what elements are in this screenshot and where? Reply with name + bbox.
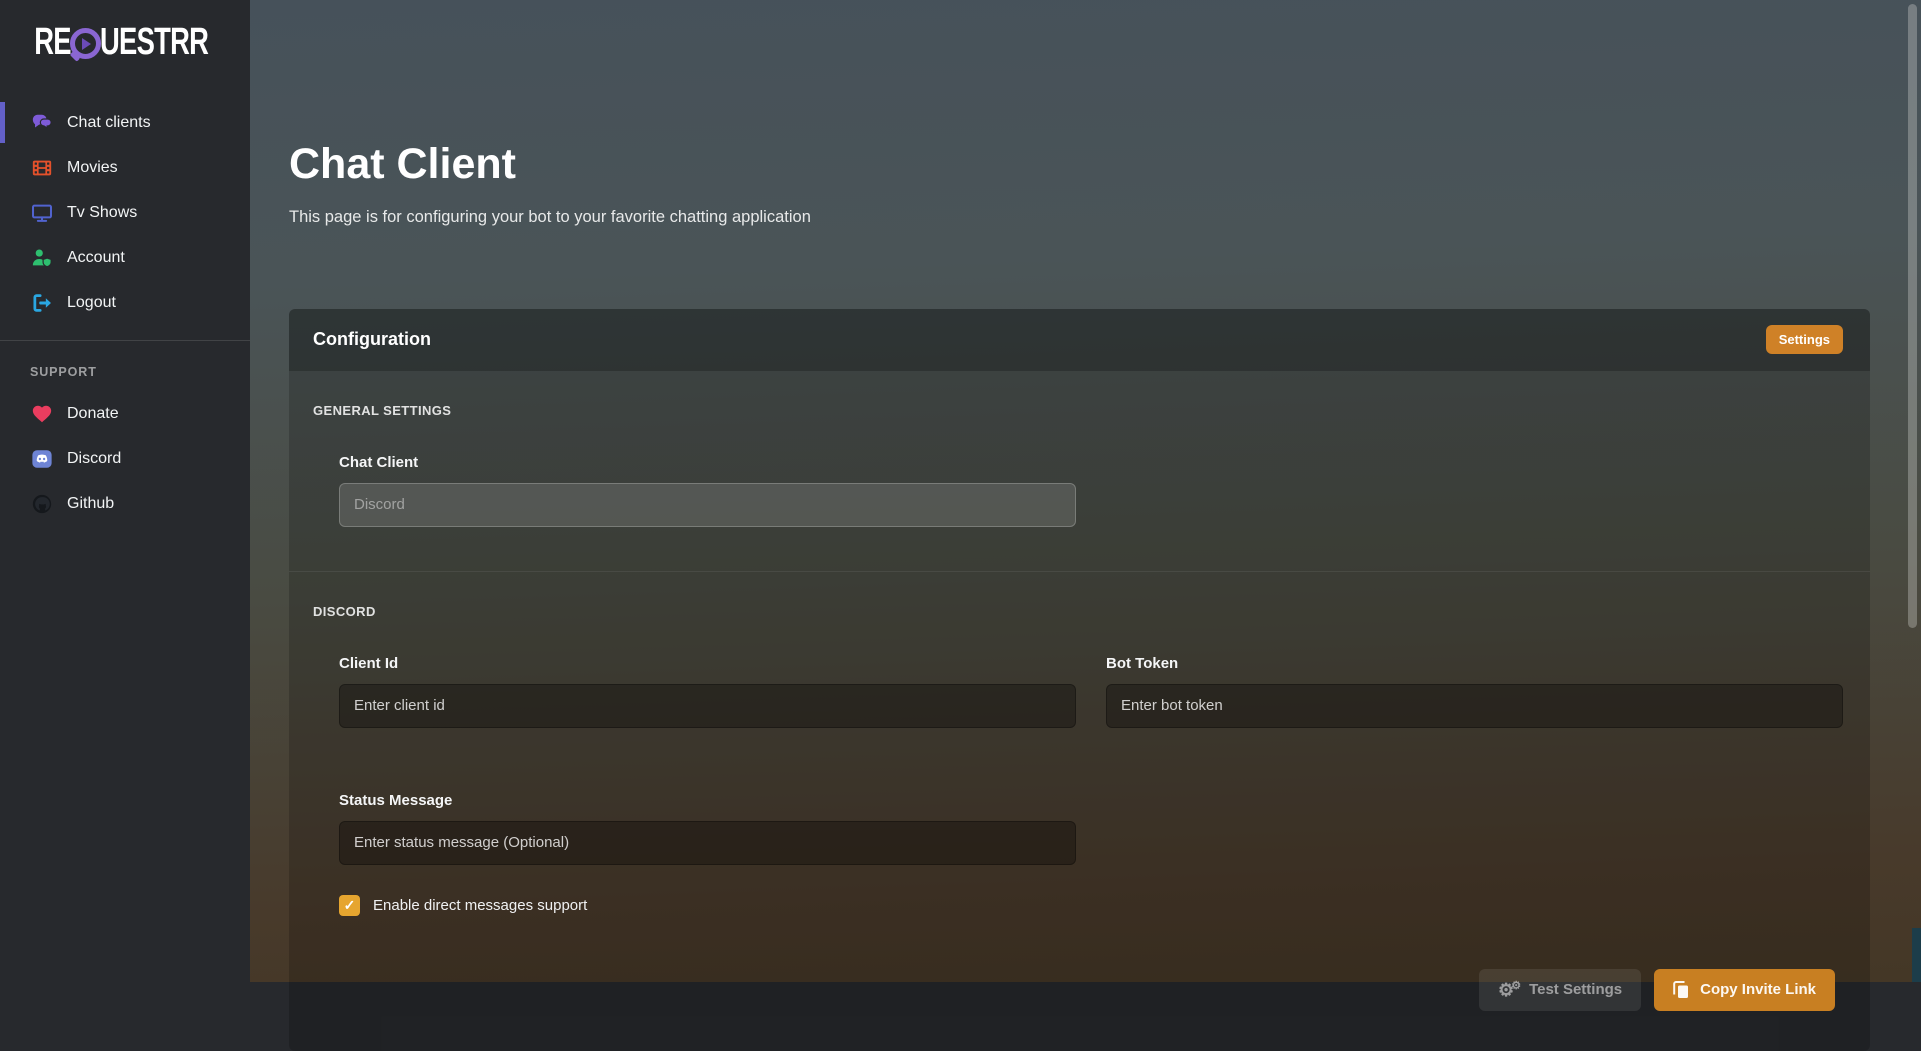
sidebar-item-discord[interactable]: Discord [0, 436, 250, 481]
test-settings-label: Test Settings [1529, 981, 1622, 998]
main-content: Chat Client This page is for configuring… [250, 0, 1921, 982]
footer-actions: ⚙⚙ Test Settings Copy Invite Link [313, 969, 1843, 1011]
sidebar-item-label: Discord [67, 450, 121, 468]
chat-client-select[interactable]: Discord [339, 483, 1076, 527]
client-id-input[interactable] [339, 684, 1076, 728]
scrollbar-thumb[interactable] [1908, 4, 1917, 628]
sidebar-item-label: Tv Shows [67, 204, 137, 222]
status-message-label: Status Message [339, 792, 1076, 809]
corner-accent [1912, 928, 1921, 982]
sign-out-icon [30, 291, 54, 315]
page-subtitle: This page is for configuring your bot to… [289, 208, 1870, 227]
discord-section-title: DISCORD [313, 604, 1843, 619]
chat-client-label: Chat Client [339, 454, 1843, 471]
test-settings-button[interactable]: ⚙⚙ Test Settings [1479, 969, 1641, 1011]
sidebar-item-github[interactable]: Github [0, 481, 250, 526]
copy-invite-link-button[interactable]: Copy Invite Link [1654, 969, 1835, 1011]
logo-text-end: UESTRR [100, 21, 208, 64]
support-section-header: SUPPORT [0, 341, 250, 391]
copy-invite-link-label: Copy Invite Link [1700, 981, 1816, 998]
bot-token-input[interactable] [1106, 684, 1843, 728]
logo-q-play-icon [70, 28, 101, 59]
status-message-field-group: Status Message [339, 756, 1076, 865]
copy-icon [1673, 981, 1689, 999]
github-logo-icon [30, 492, 54, 516]
film-icon [30, 156, 54, 180]
discord-section: DISCORD Client Id Bot Token [313, 604, 1843, 916]
sidebar-item-label: Donate [67, 405, 119, 423]
sidebar-item-donate[interactable]: Donate [0, 391, 250, 436]
sidebar-support-nav: Donate Discord [0, 391, 250, 526]
sidebar-item-label: Account [67, 249, 125, 267]
user-shield-icon [30, 246, 54, 270]
sidebar-item-tv-shows[interactable]: Tv Shows [0, 190, 250, 235]
card-title: Configuration [313, 329, 431, 350]
sidebar-item-movies[interactable]: Movies [0, 145, 250, 190]
sidebar-item-label: Chat clients [67, 114, 151, 132]
app-root: RE UESTRR Chat clients [0, 0, 1921, 982]
configuration-card: Configuration Settings GENERAL SETTINGS … [289, 309, 1870, 1051]
client-id-label: Client Id [339, 655, 1076, 672]
sidebar-item-account[interactable]: Account [0, 235, 250, 280]
logo-text-start: RE [34, 21, 71, 64]
heart-icon [30, 402, 54, 426]
dm-support-row: ✓ Enable direct messages support [339, 895, 1843, 916]
monitor-icon [30, 201, 54, 225]
sidebar-item-label: Github [67, 495, 114, 513]
requestrr-logo[interactable]: RE UESTRR [0, 0, 250, 68]
general-settings-title: GENERAL SETTINGS [313, 403, 1843, 418]
dm-support-label: Enable direct messages support [373, 897, 587, 914]
page-title: Chat Client [289, 138, 1870, 192]
general-settings-section: GENERAL SETTINGS Chat Client Discord [313, 403, 1843, 527]
sidebar-item-logout[interactable]: Logout [0, 280, 250, 325]
dm-support-checkbox[interactable]: ✓ [339, 895, 360, 916]
sidebar-item-label: Movies [67, 159, 118, 177]
sidebar-nav: Chat clients Movies [0, 100, 250, 325]
sidebar: RE UESTRR Chat clients [0, 0, 250, 982]
sidebar-item-label: Logout [67, 294, 116, 312]
checkmark-icon: ✓ [344, 898, 356, 912]
configuration-card-body: GENERAL SETTINGS Chat Client Discord DIS… [289, 371, 1870, 1051]
configuration-card-header: Configuration Settings [289, 309, 1870, 371]
sidebar-item-chat-clients[interactable]: Chat clients [0, 100, 250, 145]
settings-button[interactable]: Settings [1766, 325, 1843, 354]
discord-logo-icon [30, 447, 54, 471]
gears-icon: ⚙⚙ [1498, 981, 1518, 999]
chat-bubbles-icon [30, 111, 54, 135]
client-id-field-group: Client Id [339, 619, 1076, 728]
bot-token-label: Bot Token [1106, 655, 1843, 672]
status-message-input[interactable] [339, 821, 1076, 865]
bot-token-field-group: Bot Token [1106, 619, 1843, 728]
section-divider [289, 571, 1870, 572]
